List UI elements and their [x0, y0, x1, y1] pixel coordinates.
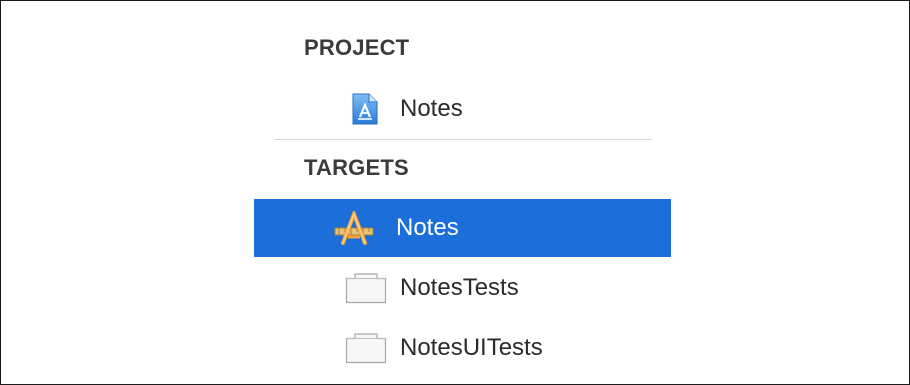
section-divider: [275, 139, 652, 140]
project-file-icon: [348, 91, 382, 127]
project-targets-list: PROJECT Notes TARGETS Notes NotesTests N…: [0, 0, 910, 385]
project-section-header: PROJECT: [304, 35, 410, 60]
target-item-notestests[interactable]: NotesTests: [254, 259, 671, 317]
target-item-notesuitests[interactable]: NotesUITests: [254, 319, 671, 377]
test-bundle-icon: [344, 271, 388, 305]
targets-section-header: TARGETS: [304, 155, 409, 180]
target-item-label: NotesUITests: [400, 334, 543, 361]
app-target-icon: [332, 210, 378, 246]
target-item-label: NotesTests: [400, 274, 519, 301]
test-bundle-icon: [344, 331, 388, 365]
target-item-notes[interactable]: Notes: [254, 199, 671, 257]
project-item-label: Notes: [400, 95, 463, 122]
target-item-label: Notes: [396, 214, 459, 241]
project-item-notes[interactable]: Notes: [254, 80, 671, 138]
